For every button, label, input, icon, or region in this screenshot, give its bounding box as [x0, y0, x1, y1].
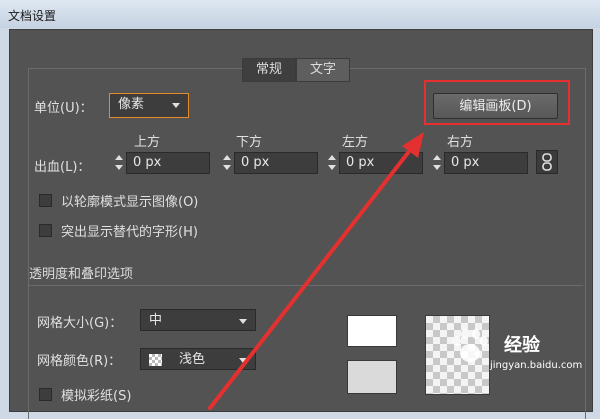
watermark-brand: 经验: [504, 335, 540, 356]
watermark-url: jingyan.baidu.com: [490, 360, 583, 371]
paw-logo-icon: [453, 329, 488, 362]
watermark: 经验 jingyan.baidu.com: [448, 327, 588, 377]
